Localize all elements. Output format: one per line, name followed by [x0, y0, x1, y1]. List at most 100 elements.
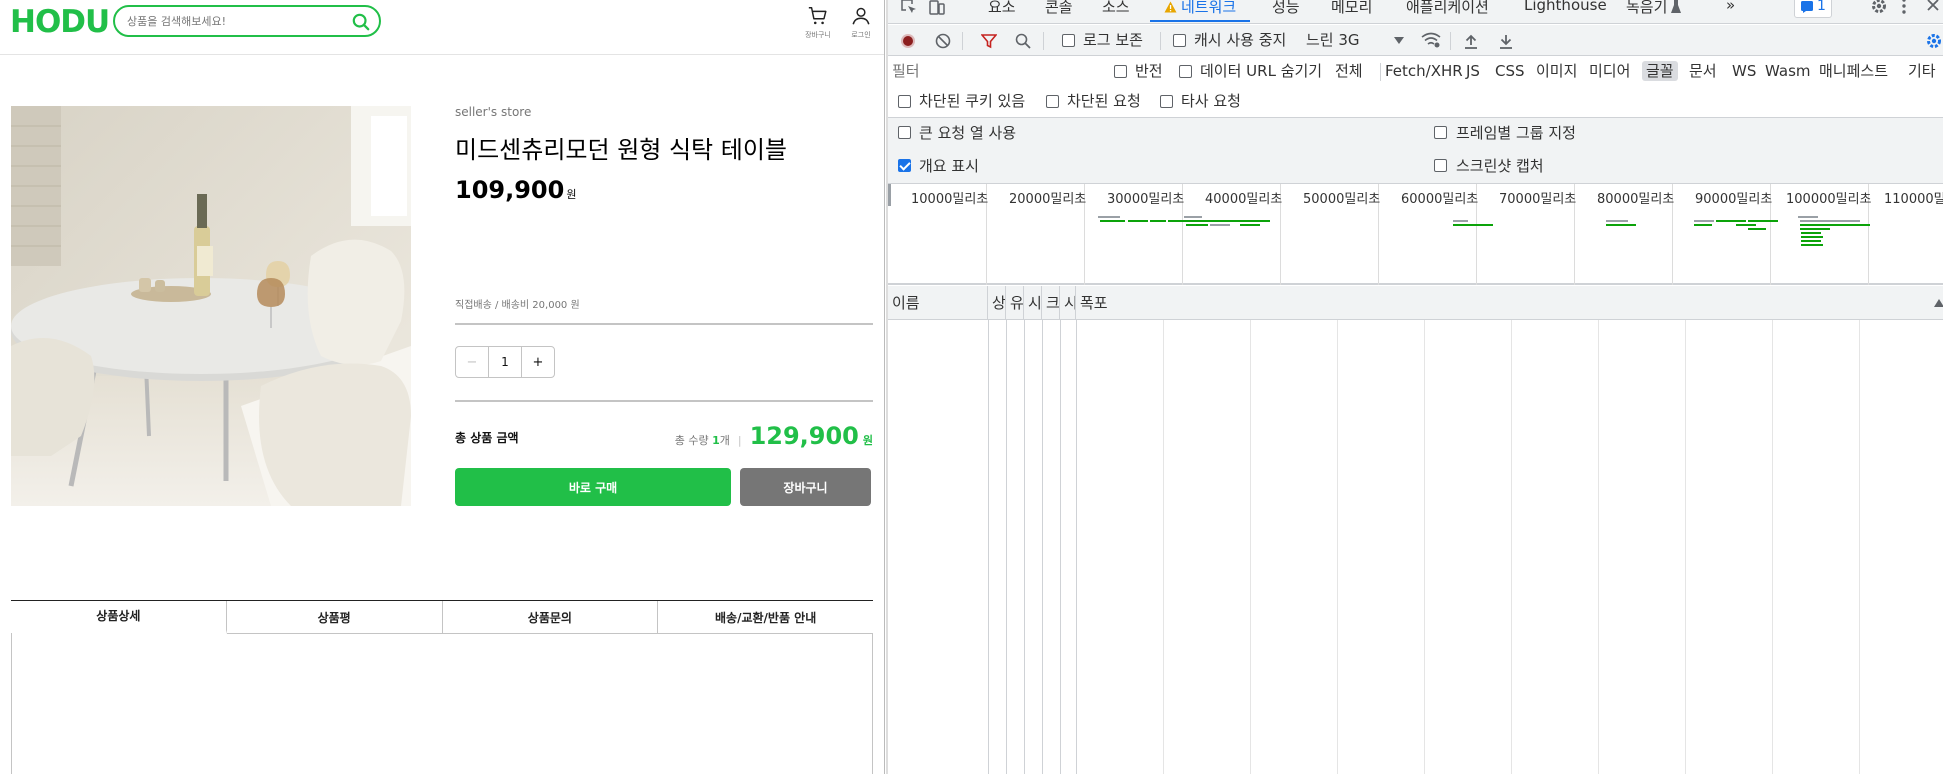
filter-type-js[interactable]: JS — [1462, 61, 1484, 81]
tab-network[interactable]: 네트워크 — [1150, 0, 1251, 22]
more-tabs-button[interactable]: » — [1726, 0, 1735, 22]
tab-qna[interactable]: 상품문의 — [442, 601, 659, 634]
filter-type-wasm[interactable]: Wasm — [1761, 61, 1815, 81]
settings-gear-icon[interactable] — [1870, 0, 1888, 15]
sort-triangle-icon[interactable] — [1934, 299, 1943, 307]
big-request-rows-checkbox[interactable] — [898, 126, 911, 139]
hodu-logo[interactable]: HODU — [10, 6, 110, 38]
separator — [962, 32, 963, 50]
filter-input[interactable] — [892, 60, 1092, 82]
column-size[interactable]: 크 — [1042, 286, 1060, 320]
waterfall-gridline — [1772, 320, 1773, 774]
request-filter-options: 차단된 쿠키 있음 차단된 요청 타사 요청 — [888, 87, 1943, 118]
waterfall-gridline — [1685, 320, 1686, 774]
column-divider — [1042, 320, 1043, 774]
capture-screenshots-checkbox[interactable] — [1434, 159, 1447, 172]
request-bar — [1210, 224, 1230, 226]
quantity-minus-button[interactable]: − — [456, 347, 488, 377]
filter-type-doc[interactable]: 문서 — [1685, 61, 1721, 81]
search-icon[interactable] — [352, 13, 370, 31]
tab-memory[interactable]: 메모리 — [1331, 0, 1372, 22]
third-party-checkbox[interactable] — [1160, 95, 1173, 108]
column-time[interactable]: 시 — [1060, 286, 1076, 320]
group-by-frame-checkbox[interactable] — [1434, 126, 1447, 139]
tab-shipping-return[interactable]: 배송/교환/반품 안내 — [658, 601, 873, 634]
filter-type-img[interactable]: 이미지 — [1532, 61, 1581, 81]
devtools-panel: 요소 콘솔 소스 네트워크 성능 메모리 애플리케이션 Lighthouse 녹… — [888, 0, 1943, 774]
inspect-element-icon[interactable] — [900, 0, 918, 16]
tab-performance[interactable]: 성능 — [1272, 0, 1300, 22]
column-divider — [1024, 320, 1025, 774]
filter-type-css[interactable]: CSS — [1491, 61, 1529, 81]
tab-sources[interactable]: 소스 — [1102, 0, 1130, 22]
big-request-rows-label: 큰 요청 열 사용 — [919, 124, 1017, 142]
panel-splitter[interactable] — [884, 0, 885, 774]
show-overview-checkbox[interactable] — [898, 159, 911, 172]
search-input[interactable] — [127, 12, 347, 30]
product-tabs: 상품상세 상품평 상품문의 배송/교환/반품 안내 — [11, 600, 873, 634]
request-table-body[interactable] — [888, 320, 1943, 774]
filter-type-all[interactable]: 전체 — [1331, 61, 1367, 81]
quantity-stepper: − 1 + — [455, 346, 555, 378]
hide-data-urls-checkbox[interactable] — [1179, 65, 1192, 78]
blocked-cookies-checkbox[interactable] — [898, 95, 911, 108]
search-icon[interactable] — [1015, 33, 1031, 49]
add-to-cart-button[interactable]: 장바구니 — [740, 468, 871, 506]
devtools-tab-bar: 요소 콘솔 소스 네트워크 성능 메모리 애플리케이션 Lighthouse 녹… — [888, 0, 1943, 24]
request-bar — [1800, 224, 1870, 226]
filter-type-media[interactable]: 미디어 — [1585, 61, 1634, 81]
product-price-value: 109,900 — [455, 176, 565, 204]
chevron-down-icon[interactable] — [1394, 37, 1404, 44]
preserve-log-checkbox[interactable] — [1062, 34, 1075, 47]
issues-badge[interactable]: 1 — [1794, 0, 1832, 18]
tab-console[interactable]: 콘솔 — [1045, 0, 1073, 22]
login-header-button[interactable]: 로그인 — [843, 5, 879, 45]
group-by-frame-label: 프레임별 그룹 지정 — [1456, 124, 1576, 142]
network-conditions-icon[interactable] — [1421, 32, 1441, 48]
buy-now-button[interactable]: 바로 구매 — [455, 468, 731, 506]
column-name[interactable]: 이름 — [888, 286, 988, 320]
store-name[interactable]: seller's store — [455, 105, 531, 119]
network-settings-gear-icon[interactable] — [1925, 32, 1943, 50]
kebab-menu-icon[interactable] — [1901, 0, 1907, 15]
quantity-plus-button[interactable]: + — [522, 347, 554, 377]
filter-type-fetch-xhr[interactable]: Fetch/XHR — [1381, 61, 1467, 81]
filter-type-other[interactable]: 기타 — [1904, 61, 1940, 81]
filter-icon[interactable] — [981, 33, 997, 49]
tab-recorder[interactable]: 녹음기 — [1626, 0, 1682, 22]
tab-elements[interactable]: 요소 — [988, 0, 1016, 22]
total-separator: | — [737, 434, 742, 447]
column-status[interactable]: 상 — [988, 286, 1006, 320]
column-waterfall[interactable]: 폭포 — [1076, 286, 1943, 320]
tab-reviews[interactable]: 상품평 — [226, 601, 443, 634]
tab-product-detail[interactable]: 상품상세 — [11, 601, 227, 634]
cart-header-button[interactable]: 장바구니 — [800, 5, 836, 45]
import-har-icon[interactable] — [1464, 33, 1478, 49]
tab-lighthouse[interactable]: Lighthouse — [1524, 0, 1607, 22]
column-initiator[interactable]: 시 — [1024, 286, 1042, 320]
disable-cache-label: 캐시 사용 중지 — [1194, 31, 1287, 49]
clear-icon[interactable] — [935, 33, 951, 49]
throttling-select[interactable]: 느린 3G — [1306, 29, 1360, 50]
request-bar — [1801, 244, 1823, 246]
filter-type-manifest[interactable]: 매니페스트 — [1815, 61, 1892, 81]
export-har-icon[interactable] — [1499, 33, 1513, 49]
invert-checkbox[interactable] — [1114, 65, 1127, 78]
overview-tick-label: 30000밀리초 — [1107, 192, 1185, 207]
disable-cache-checkbox[interactable] — [1173, 34, 1186, 47]
total-price-label: 총 상품 금액 — [455, 431, 519, 445]
tab-network-label: 네트워크 — [1181, 0, 1237, 16]
device-toolbar-icon[interactable] — [928, 0, 946, 16]
shop-page: HODU 장바구니 로그인 — [0, 0, 885, 774]
filter-type-ws[interactable]: WS — [1728, 61, 1760, 81]
product-name: 미드센츄리모던 원형 식탁 테이블 — [455, 136, 788, 164]
blocked-requests-checkbox[interactable] — [1046, 95, 1059, 108]
overview-left-handle[interactable] — [888, 184, 891, 206]
network-overview-timeline[interactable]: 10000밀리초 20000밀리초 30000밀리초 40000밀리초 5000… — [888, 184, 1943, 285]
close-icon[interactable] — [1925, 0, 1941, 13]
filter-type-font[interactable]: 글꼴 — [1642, 61, 1678, 81]
blocked-cookies-label: 차단된 쿠키 있음 — [919, 92, 1026, 110]
tab-application[interactable]: 애플리케이션 — [1406, 0, 1489, 22]
record-stop-icon[interactable] — [900, 33, 916, 49]
column-type[interactable]: 유 — [1006, 286, 1024, 320]
